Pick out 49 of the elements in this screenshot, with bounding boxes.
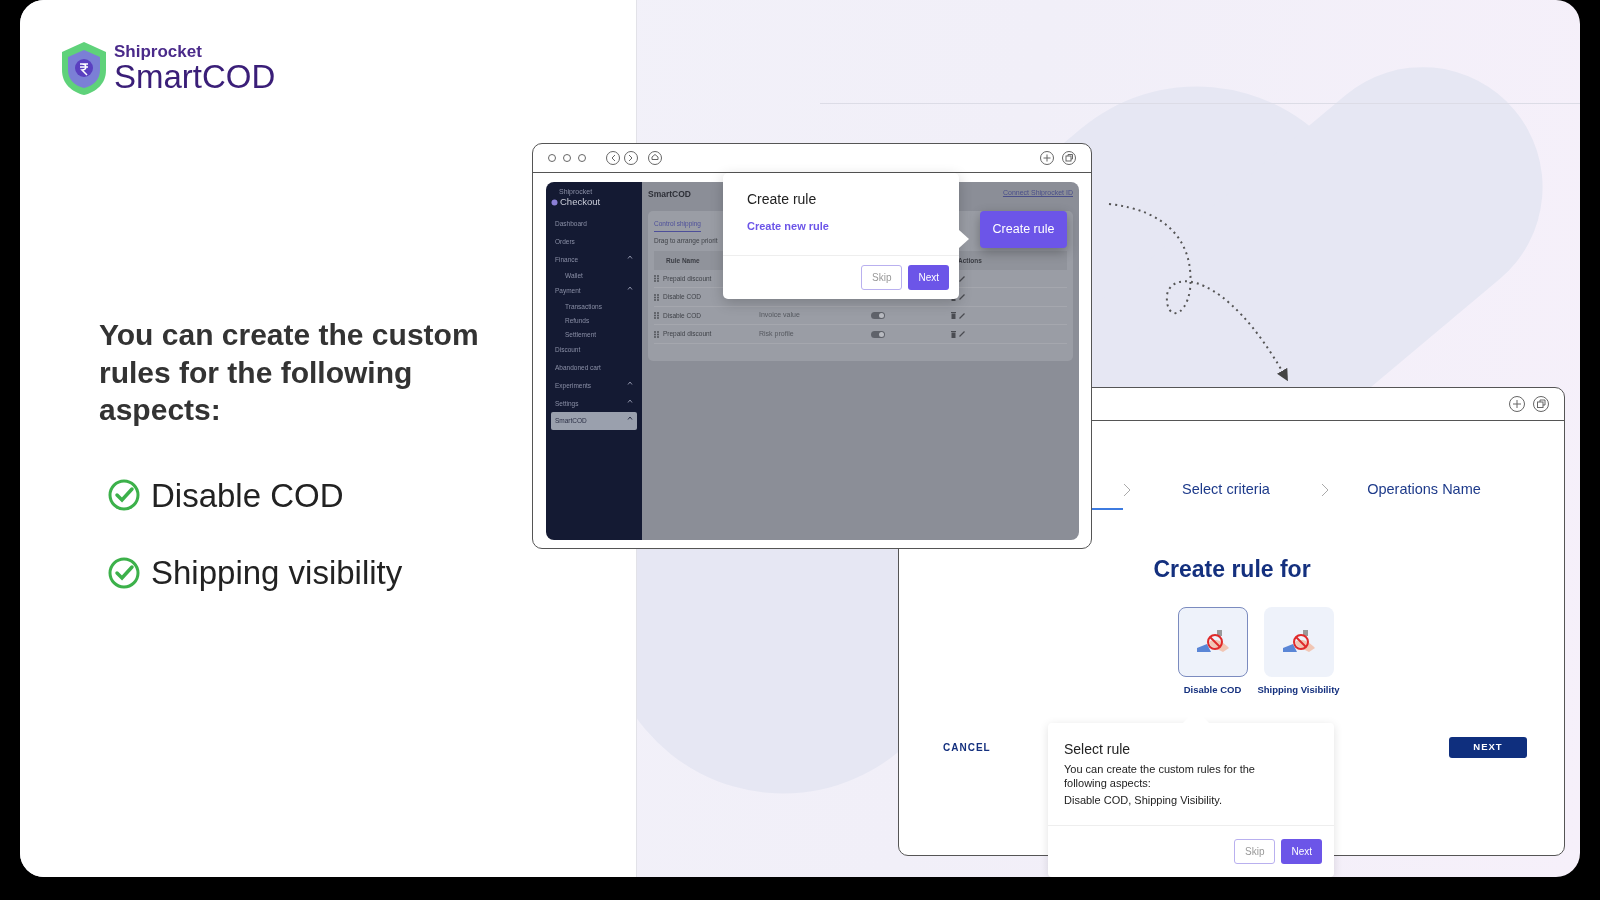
home-icon[interactable] xyxy=(647,150,663,166)
next-button[interactable]: Next xyxy=(908,265,949,290)
create-new-rule-link[interactable]: Create new rule xyxy=(747,218,829,235)
trash-icon[interactable] xyxy=(951,330,956,338)
chevron-right-icon xyxy=(1321,483,1329,497)
shield-logo-icon xyxy=(60,40,108,96)
skip-button[interactable]: Skip xyxy=(1234,839,1276,864)
copy-icon[interactable] xyxy=(1532,395,1550,413)
option-tile[interactable] xyxy=(1263,606,1334,677)
plus-icon[interactable] xyxy=(1508,395,1526,413)
chevron-right-icon xyxy=(1123,483,1131,497)
step-label[interactable]: Operations Name xyxy=(1329,479,1519,501)
plus-icon[interactable] xyxy=(1039,150,1055,166)
window-dots-icon xyxy=(547,153,587,163)
popover-text: You can create the custom rules for the following aspects: xyxy=(1063,762,1256,791)
drag-handle-icon[interactable] xyxy=(654,275,659,282)
logo-brand-text: Shiprocket xyxy=(114,43,203,60)
toggle-switch[interactable] xyxy=(871,330,885,338)
cancel-button[interactable]: CANCEL xyxy=(937,738,997,756)
step-label[interactable]: Select criteria xyxy=(1131,479,1321,501)
feature-label: Disable COD xyxy=(151,475,344,516)
headline: You can create the custom rules for the following aspects: xyxy=(99,317,480,428)
option-label: Shipping Visibility xyxy=(1257,682,1340,697)
next-button[interactable]: NEXT xyxy=(1449,736,1527,758)
pencil-icon[interactable] xyxy=(959,294,965,300)
trash-icon[interactable] xyxy=(951,312,956,319)
page-title: SmartCOD xyxy=(648,188,691,201)
back-forward-icon[interactable] xyxy=(605,150,641,166)
pencil-icon[interactable] xyxy=(959,331,965,337)
logo-icon xyxy=(551,198,558,206)
drag-handle-icon[interactable] xyxy=(654,312,659,319)
pencil-icon[interactable] xyxy=(959,275,965,282)
drag-handle-icon[interactable] xyxy=(654,293,659,301)
feature-label: Shipping visibility xyxy=(151,553,403,593)
skip-button[interactable]: Skip xyxy=(861,265,903,290)
option-label: Disable COD xyxy=(1183,682,1242,697)
pencil-icon[interactable] xyxy=(959,312,965,319)
popover-text: Disable COD, Shipping Visibility. xyxy=(1063,792,1223,807)
popover-title: Create rule xyxy=(746,190,818,209)
toggle-switch[interactable] xyxy=(871,312,885,319)
popover-title: Select rule xyxy=(1063,740,1132,759)
create-rule-button[interactable]: Create rule xyxy=(980,211,1067,248)
option-tile[interactable] xyxy=(1177,606,1248,677)
drag-handle-icon[interactable] xyxy=(654,330,659,338)
heading: Create rule for xyxy=(1152,555,1312,584)
next-button[interactable]: Next xyxy=(1281,839,1322,864)
app-logo-text: Checkout xyxy=(560,196,601,209)
copy-icon[interactable] xyxy=(1061,150,1077,166)
logo-product-text: SmartCOD xyxy=(114,60,276,93)
